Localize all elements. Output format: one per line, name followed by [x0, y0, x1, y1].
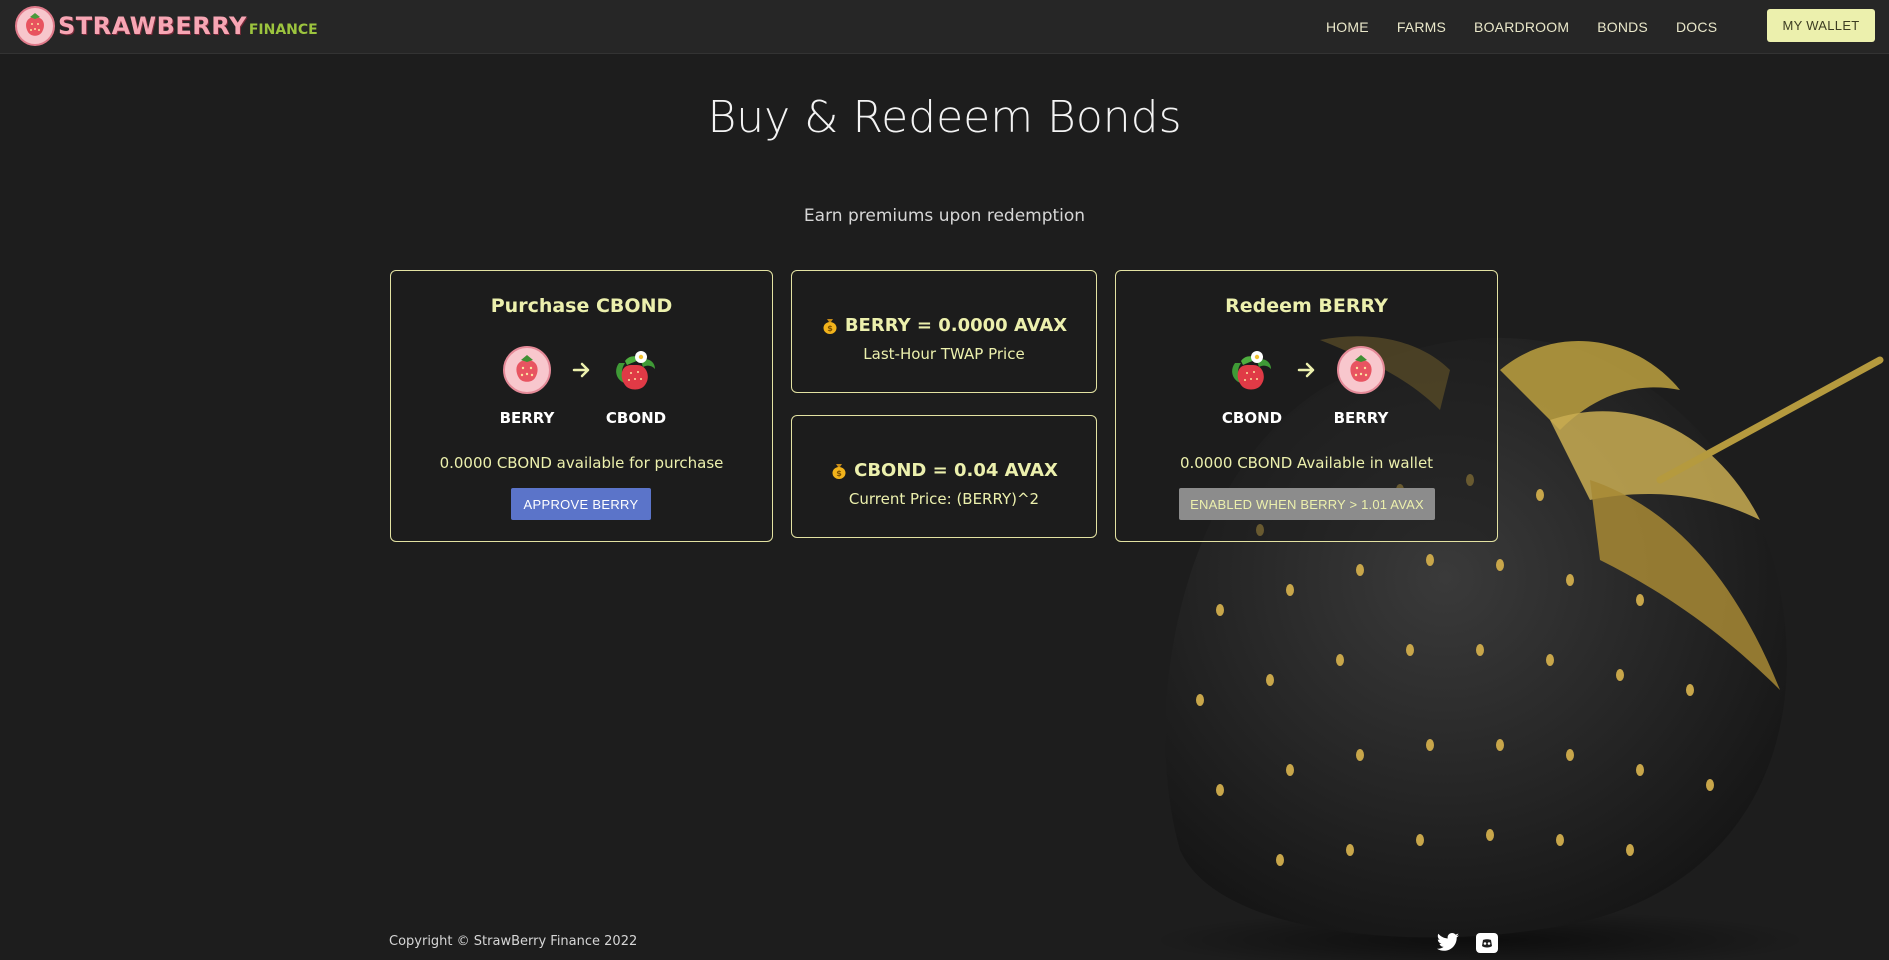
berry-token-icon	[503, 346, 551, 394]
purchase-from-token-label: BERRY	[499, 409, 555, 427]
redeem-card-title: Redeem BERRY	[1225, 295, 1388, 317]
purchase-card-title: Purchase CBOND	[490, 295, 673, 317]
page-subtitle: Earn premiums upon redemption	[803, 206, 1086, 226]
nav-menu: HOME FARMS BOARDROOM BONDS DOCS	[1326, 0, 1745, 54]
cbond-available-text: 0.0000 CBOND available for purchase	[439, 454, 724, 472]
money-bag-icon: $	[832, 463, 846, 479]
redeem-from-token-label: CBOND	[1221, 409, 1283, 427]
brand-suffix: FINANCE	[248, 22, 318, 38]
redeem-from-token: CBOND	[1212, 345, 1292, 427]
redeem-to-token: BERRY	[1321, 345, 1401, 427]
redeem-disabled-button[interactable]: ENABLED WHEN BERRY > 1.01 AVAX	[1179, 488, 1435, 520]
cbond-price-value: CBOND = 0.04 AVAX	[854, 460, 1058, 481]
footer-copyright: Copyright © StrawBerry Finance 2022	[389, 934, 638, 949]
brand-logo[interactable]: STRAWBERRY FINANCE	[14, 5, 318, 47]
svg-text:$: $	[827, 324, 833, 333]
nav-bonds[interactable]: BONDS	[1597, 19, 1648, 35]
cbond-price-caption: Current Price: (BERRY)^2	[848, 490, 1040, 508]
svg-text:$: $	[836, 469, 842, 478]
cbond-price-card: $ CBOND = 0.04 AVAX Current Price: (BERR…	[791, 415, 1097, 538]
redeem-berry-card: Redeem BERRY CBOND BERRY 0.0000 CBOND Av…	[1115, 270, 1498, 542]
nav-home[interactable]: HOME	[1326, 19, 1369, 35]
nav-boardroom[interactable]: BOARDROOM	[1474, 19, 1569, 35]
nav-docs[interactable]: DOCS	[1676, 19, 1717, 35]
berry-price-caption: Last-Hour TWAP Price	[863, 345, 1025, 363]
redeem-token-row: CBOND BERRY	[1116, 345, 1497, 445]
purchase-to-token: CBOND	[596, 345, 676, 427]
twitter-icon[interactable]	[1436, 932, 1460, 954]
arrow-right-icon	[572, 362, 590, 378]
cbond-token-icon	[1232, 351, 1271, 390]
berry-price-value: BERRY = 0.0000 AVAX	[844, 315, 1068, 336]
top-navbar: STRAWBERRY FINANCE HOME FARMS BOARDROOM …	[0, 0, 1889, 54]
berry-price-line: $ BERRY = 0.0000 AVAX	[792, 315, 1096, 336]
redeem-to-token-label: BERRY	[1333, 409, 1389, 427]
strawberry-logo-icon	[15, 6, 55, 46]
berry-token-icon	[1337, 346, 1385, 394]
berry-price-card: $ BERRY = 0.0000 AVAX Last-Hour TWAP Pri…	[791, 270, 1097, 393]
purchase-token-row: BERRY CBOND	[391, 345, 772, 445]
arrow-right-icon	[1297, 362, 1315, 378]
purchase-from-token: BERRY	[487, 345, 567, 427]
nav-farms[interactable]: FARMS	[1397, 19, 1446, 35]
page-title: Buy & Redeem Bonds	[707, 92, 1182, 143]
my-wallet-button[interactable]: MY WALLET	[1767, 9, 1875, 42]
purchase-to-token-label: CBOND	[605, 409, 667, 427]
discord-icon[interactable]	[1475, 932, 1499, 954]
brand-name: STRAWBERRY	[58, 12, 247, 40]
cbond-wallet-balance-text: 0.0000 CBOND Available in wallet	[1179, 454, 1434, 472]
approve-berry-button[interactable]: APPROVE BERRY	[511, 488, 651, 520]
cbond-token-icon	[616, 351, 655, 390]
money-bag-icon: $	[823, 318, 837, 334]
cbond-price-line: $ CBOND = 0.04 AVAX	[792, 460, 1096, 481]
purchase-cbond-card: Purchase CBOND BERRY CBOND 0.0000 CBOND …	[390, 270, 773, 542]
